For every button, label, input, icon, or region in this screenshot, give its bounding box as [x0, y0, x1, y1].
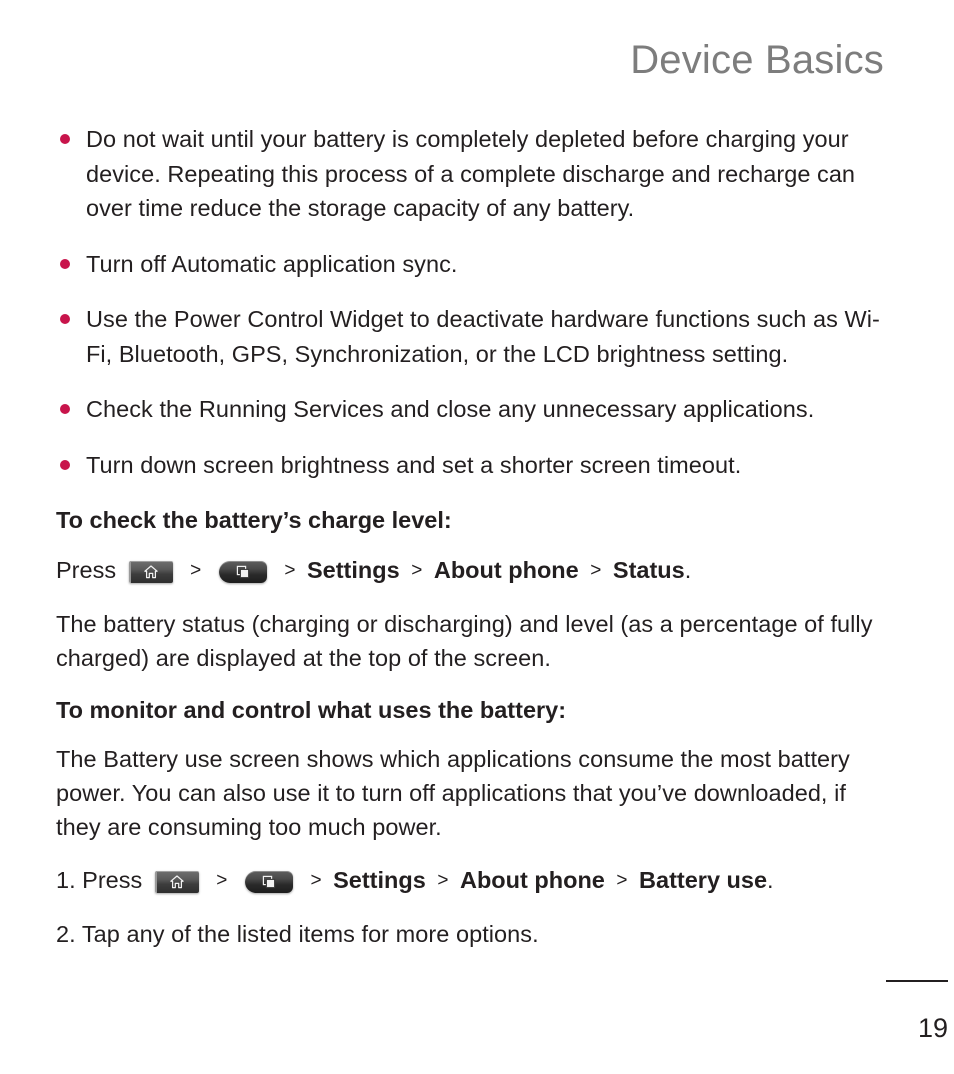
list-item-text: Turn down screen brightness and set a sh… [86, 451, 742, 478]
bullet-dot-icon [60, 404, 70, 414]
page-title: Device Basics [630, 38, 884, 82]
path-about-phone: About phone [433, 557, 579, 583]
path-battery-use: Battery use [639, 867, 768, 893]
list-item-text: Use the Power Control Widget to deactiva… [86, 306, 880, 367]
menu-key-icon[interactable] [218, 561, 267, 583]
path-terminator: . [767, 867, 774, 893]
heading-monitor-battery: To monitor and control what uses the bat… [56, 697, 567, 723]
path-separator: > [411, 560, 423, 581]
path-separator: > [216, 870, 228, 891]
list-item: Do not wait until your battery is comple… [56, 122, 896, 226]
path-status: Status [612, 557, 685, 583]
press-path-status: Press > > Settings > About phone > Statu… [56, 552, 896, 589]
home-key-icon[interactable] [128, 561, 173, 583]
path-separator: > [590, 560, 602, 581]
path-separator: > [310, 870, 322, 891]
bullet-dot-icon [60, 258, 70, 269]
path-about-phone: About phone [459, 867, 605, 893]
path-separator: > [190, 560, 202, 581]
path-separator: > [284, 560, 296, 581]
list-item-text: Do not wait until your battery is comple… [86, 126, 856, 221]
list-item-text: Check the Running Services and close any… [86, 396, 815, 422]
list-item: Turn down screen brightness and set a sh… [56, 448, 896, 483]
step-number: 2. [56, 921, 76, 947]
page-number: 19 [917, 1013, 948, 1043]
footer-divider [886, 980, 948, 982]
page-content: Do not wait until your battery is comple… [56, 122, 896, 969]
battery-tips-list: Do not wait until your battery is comple… [56, 122, 896, 482]
list-item-text: Turn off Automatic application sync. [86, 250, 458, 277]
manual-page: Device Basics Do not wait until your bat… [0, 0, 954, 1074]
step-2-tap-listed-items: 2. Tap any of the listed items for more … [56, 917, 896, 951]
bullet-dot-icon [60, 459, 70, 470]
step-number: 1. [56, 867, 76, 893]
list-item: Check the Running Services and close any… [56, 392, 896, 427]
paragraph-battery-status: The battery status (charging or discharg… [56, 611, 873, 671]
path-settings: Settings [306, 557, 400, 583]
list-item: Use the Power Control Widget to deactiva… [56, 302, 896, 371]
path-terminator: . [684, 557, 692, 583]
path-separator: > [616, 870, 628, 891]
paragraph-battery-use-screen: The Battery use screen shows which appli… [56, 746, 850, 840]
step-text: Tap any of the listed items for more opt… [81, 921, 539, 947]
bullet-dot-icon [60, 134, 70, 144]
press-label: Press [56, 557, 117, 583]
path-separator: > [437, 870, 449, 891]
list-item: Turn off Automatic application sync. [56, 247, 896, 282]
heading-check-charge-level: To check the battery’s charge level: [56, 507, 452, 533]
menu-key-icon[interactable] [244, 871, 293, 893]
step-1-press-path-battery-use: 1. Press > > Settings > About phone > Ba… [56, 862, 896, 899]
bullet-dot-icon [60, 314, 70, 324]
home-key-icon[interactable] [154, 871, 199, 893]
press-label: Press [82, 867, 143, 893]
path-settings: Settings [333, 867, 426, 893]
